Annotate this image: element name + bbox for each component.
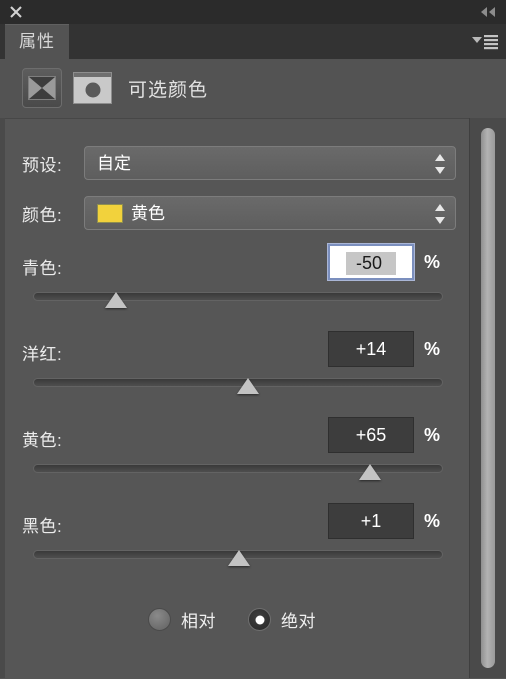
scrollbar-track[interactable]	[469, 118, 506, 678]
panel-menu-icon[interactable]	[471, 33, 499, 50]
chevron-updown-icon	[433, 152, 447, 176]
magenta-slider-thumb[interactable]	[236, 378, 259, 394]
black-input-value: +1	[360, 511, 382, 531]
yellow-label: 黄色:	[22, 431, 63, 450]
tab-properties[interactable]: 属性	[5, 24, 69, 59]
yellow-slider-thumb[interactable]	[359, 464, 382, 480]
radio-relative[interactable]: 相对	[148, 607, 216, 632]
scrollbar-thumb[interactable]	[481, 128, 495, 668]
page-title: 可选颜色	[128, 80, 209, 101]
magenta-input-value: +14	[355, 339, 387, 359]
cyan-input-value: -50	[345, 252, 396, 275]
cyan-input[interactable]: -50	[328, 244, 414, 280]
layer-mask-thumbnail[interactable]	[73, 72, 112, 104]
radio-absolute[interactable]: 绝对	[248, 607, 316, 632]
panel-left-edge	[0, 118, 5, 678]
preset-dropdown[interactable]: 自定	[84, 146, 456, 180]
panel-content: 预设: 自定 颜色: 黄色 青色: -50 % 洋红: +14 % 黄色: +6…	[0, 118, 506, 679]
color-label: 颜色:	[22, 206, 63, 225]
preset-label: 预设:	[22, 156, 63, 175]
selective-color-icon[interactable]	[22, 68, 62, 108]
magenta-label: 洋红:	[22, 345, 63, 364]
magenta-input[interactable]: +14	[328, 331, 414, 367]
radio-absolute-circle-icon[interactable]	[248, 608, 271, 631]
magenta-unit: %	[424, 339, 441, 359]
mask-circle-icon	[85, 82, 100, 97]
black-label: 黑色:	[22, 517, 63, 536]
cyan-slider-track[interactable]	[33, 292, 443, 308]
cyan-slider-thumb[interactable]	[104, 292, 127, 308]
title-bar	[0, 0, 506, 25]
yellow-input-value: +65	[355, 425, 387, 445]
color-swatch	[97, 204, 123, 223]
adjustment-header: 可选颜色	[0, 59, 506, 118]
properties-panel: 属性 可选颜色 预设: 自定 颜色: 黄色 青色: -50 % 洋红: +14 …	[0, 0, 506, 679]
mask-top-bar	[74, 73, 111, 77]
yellow-input[interactable]: +65	[328, 417, 414, 453]
black-unit: %	[424, 511, 441, 531]
yellow-unit: %	[424, 425, 441, 445]
color-value: 黄色	[131, 204, 165, 223]
collapse-double-left-icon[interactable]	[478, 4, 498, 20]
cyan-label: 青色:	[22, 259, 63, 278]
chevron-updown-icon	[433, 202, 447, 226]
close-icon[interactable]	[8, 4, 24, 20]
color-dropdown[interactable]: 黄色	[84, 196, 456, 230]
radio-relative-label: 相对	[181, 612, 216, 631]
radio-absolute-label: 绝对	[281, 612, 316, 631]
tab-bar: 属性	[0, 24, 506, 60]
black-input[interactable]: +1	[328, 503, 414, 539]
preset-value: 自定	[97, 154, 131, 173]
black-slider-track[interactable]	[33, 550, 443, 566]
magenta-slider-track[interactable]	[33, 378, 443, 394]
yellow-slider-track[interactable]	[33, 464, 443, 480]
selective-color-glyph	[28, 76, 56, 100]
black-slider-thumb[interactable]	[228, 550, 250, 566]
radio-relative-circle-icon[interactable]	[148, 608, 171, 631]
cyan-unit: %	[424, 252, 441, 272]
